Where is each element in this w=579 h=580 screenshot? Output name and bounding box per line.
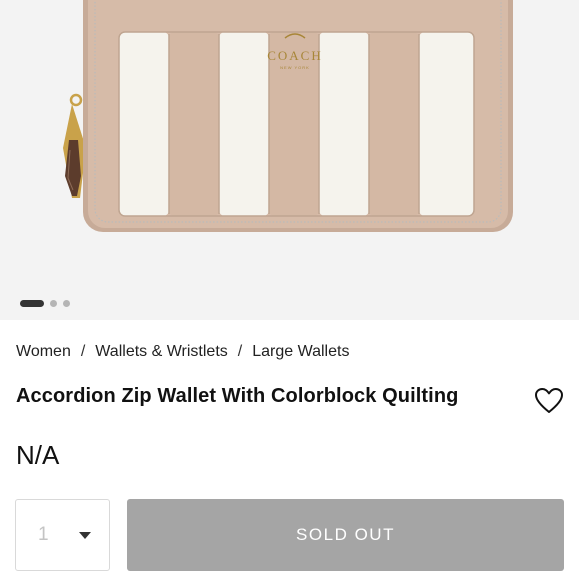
- gallery-dot[interactable]: [63, 299, 70, 307]
- coach-logo-subtext: NEW YORK: [280, 65, 310, 70]
- quantity-select[interactable]: 1: [15, 499, 110, 571]
- quantity-value: 1: [38, 524, 49, 545]
- coach-logo-text: COACH: [267, 48, 323, 63]
- wishlist-button[interactable]: [532, 385, 566, 417]
- gallery-pagination[interactable]: [20, 299, 70, 307]
- caret-down-icon: [79, 532, 91, 539]
- breadcrumb-separator: /: [80, 343, 86, 360]
- product-price: N/A: [16, 440, 60, 470]
- gallery-dot[interactable]: [50, 299, 57, 307]
- heart-outline-icon: [535, 388, 563, 413]
- zipper-pull: [63, 93, 86, 198]
- product-title: Accordion Zip Wallet With Colorblock Qui…: [16, 385, 459, 407]
- product-image-gallery[interactable]: COACH NEW YORK: [0, 0, 579, 320]
- product-image: COACH NEW YORK: [63, 0, 513, 232]
- breadcrumb-link-large-wallets[interactable]: Large Wallets: [252, 343, 349, 361]
- sold-out-button[interactable]: SOLD OUT: [127, 499, 564, 571]
- breadcrumb-link-wallets-wristlets[interactable]: Wallets & Wristlets: [95, 343, 227, 361]
- breadcrumb-separator: /: [237, 343, 243, 360]
- breadcrumb-link-women[interactable]: Women: [16, 343, 71, 361]
- gallery-dot-active[interactable]: [20, 299, 44, 307]
- breadcrumb: Women / Wallets & Wristlets / Large Wall…: [16, 343, 349, 361]
